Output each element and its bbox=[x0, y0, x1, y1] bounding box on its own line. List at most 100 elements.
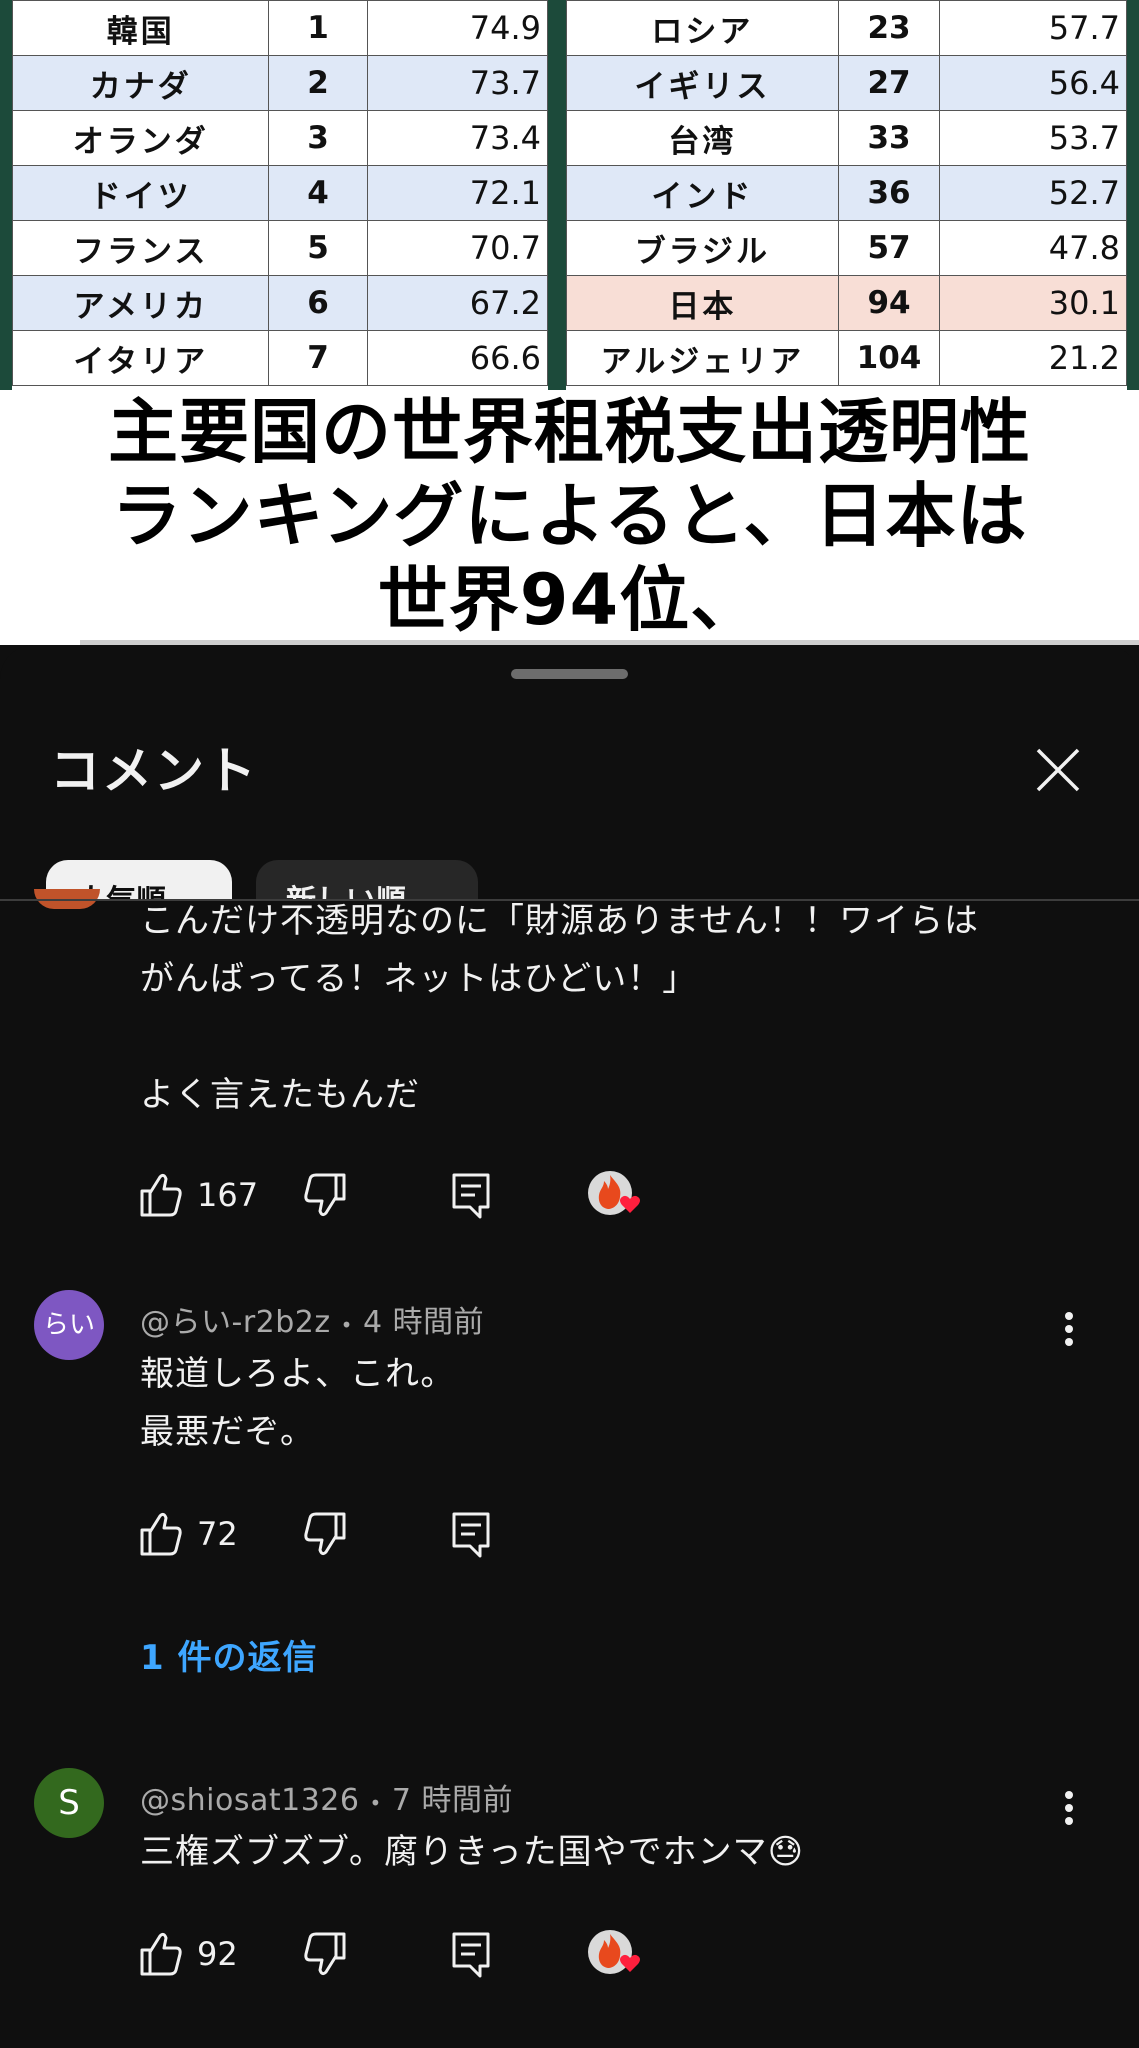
avatar-label: S bbox=[58, 1783, 80, 1823]
avatar[interactable]: らい bbox=[34, 1290, 104, 1360]
score-cell: 66.6 bbox=[366, 330, 549, 386]
country-cell: オランダ bbox=[11, 110, 270, 166]
comment-text: 三権ズブズブ。腐りきった国やでホンマ😓 bbox=[140, 1832, 805, 1872]
rank-cell: 23 bbox=[837, 0, 941, 56]
meta-separator: • bbox=[369, 1791, 382, 1815]
comment-time: 7 時間前 bbox=[391, 1783, 513, 1818]
rank-cell: 5 bbox=[268, 220, 368, 276]
video-background-right bbox=[1127, 0, 1139, 390]
score-cell: 72.1 bbox=[366, 165, 549, 221]
rank-cell: 1 bbox=[268, 0, 368, 56]
table-row: アメリカ 6 67.2 bbox=[11, 275, 549, 331]
country-cell: ブラジル bbox=[566, 220, 839, 276]
score-cell: 70.7 bbox=[366, 220, 549, 276]
score-cell: 73.4 bbox=[366, 110, 549, 166]
reply-icon[interactable] bbox=[448, 1167, 494, 1223]
table-row: ロシア 23 57.7 bbox=[566, 0, 1127, 56]
more-options-button[interactable] bbox=[1054, 1787, 1084, 1837]
panel-title: コメント bbox=[50, 742, 258, 800]
rank-cell: 6 bbox=[268, 275, 368, 331]
caption-line: 主要国の世界租税支出透明性 bbox=[108, 391, 1031, 473]
creator-heart-icon bbox=[588, 1930, 640, 1974]
score-cell: 21.2 bbox=[939, 330, 1127, 386]
dislike-icon[interactable] bbox=[302, 1167, 348, 1223]
ranking-table-left: 韓国 1 74.9 カナダ 2 73.7 オランダ 3 73.4 ドイツ 4 72.1 フランス 5 70.… bbox=[11, 0, 549, 386]
reply-icon[interactable] bbox=[448, 1506, 494, 1562]
comment-actions: 72 bbox=[138, 1506, 738, 1562]
country-cell: イタリア bbox=[11, 330, 270, 386]
avatar-label: らい bbox=[42, 1310, 95, 1340]
table-row: ドイツ 4 72.1 bbox=[11, 165, 549, 221]
view-replies-link[interactable]: 1 件の返信 bbox=[140, 1630, 318, 1679]
comment-actions: 92 bbox=[138, 1926, 738, 1982]
score-cell: 67.2 bbox=[366, 275, 549, 331]
score-cell: 30.1 bbox=[939, 275, 1127, 331]
drag-handle[interactable] bbox=[511, 669, 628, 679]
rank-cell: 57 bbox=[837, 220, 941, 276]
more-vert-icon bbox=[1065, 1312, 1073, 1346]
video-frame[interactable]: 韓国 1 74.9 カナダ 2 73.7 オランダ 3 73.4 ドイツ 4 72.1 フランス 5 70.… bbox=[0, 0, 1139, 645]
table-row: インド 36 52.7 bbox=[566, 165, 1127, 221]
more-vert-icon bbox=[1065, 1791, 1073, 1825]
comment-text: 報道しろよ、これ。 最悪だぞ。 bbox=[140, 1354, 456, 1452]
country-cell: 韓国 bbox=[11, 0, 270, 56]
rank-cell: 94 bbox=[837, 275, 941, 331]
score-cell: 57.7 bbox=[939, 0, 1127, 56]
table-row: 日本 94 30.1 bbox=[566, 275, 1127, 331]
country-cell: インド bbox=[566, 165, 839, 221]
score-cell: 56.4 bbox=[939, 55, 1127, 111]
table-row: イタリア 7 66.6 bbox=[11, 330, 549, 386]
like-icon[interactable] bbox=[138, 1167, 184, 1223]
author-name[interactable]: @shiosat1326 bbox=[140, 1783, 359, 1818]
video-background-left bbox=[0, 0, 12, 390]
score-cell: 73.7 bbox=[366, 55, 549, 111]
ranking-table-right: ロシア 23 57.7 イギリス 27 56.4 台湾 33 53.7 インド 36 52.7 ブラジル… bbox=[566, 0, 1127, 386]
video-background-center bbox=[548, 0, 566, 390]
avatar[interactable]: S bbox=[34, 1768, 104, 1838]
more-options-button[interactable] bbox=[1054, 1308, 1084, 1358]
like-count: 72 bbox=[197, 1515, 238, 1553]
rank-cell: 36 bbox=[837, 165, 941, 221]
table-row: 台湾 33 53.7 bbox=[566, 110, 1127, 166]
caption-line: ランキングによると、日本は bbox=[111, 475, 1028, 557]
caption-line: 世界94位、 bbox=[377, 559, 762, 641]
table-row: 韓国 1 74.9 bbox=[11, 0, 549, 56]
comments-panel: コメント 人気順 新しい順 こんだけ不透明なのに「財源ありません！！ワイらは が… bbox=[0, 645, 1139, 2048]
reply-icon[interactable] bbox=[448, 1926, 494, 1982]
close-icon bbox=[1036, 748, 1080, 792]
meta-separator: • bbox=[340, 1313, 353, 1337]
country-cell: フランス bbox=[11, 220, 270, 276]
dislike-icon[interactable] bbox=[302, 1506, 348, 1562]
country-cell: ロシア bbox=[566, 0, 839, 56]
like-icon[interactable] bbox=[138, 1506, 184, 1562]
score-cell: 52.7 bbox=[939, 165, 1127, 221]
country-cell: 日本 bbox=[566, 275, 839, 331]
rank-cell: 4 bbox=[268, 165, 368, 221]
country-cell: アルジェリア bbox=[566, 330, 839, 386]
video-caption: 主要国の世界租税支出透明性 ランキングによると、日本は 世界94位、 bbox=[0, 390, 1139, 642]
like-icon[interactable] bbox=[138, 1926, 184, 1982]
rank-cell: 27 bbox=[837, 55, 941, 111]
rank-cell: 104 bbox=[837, 330, 941, 386]
rank-cell: 3 bbox=[268, 110, 368, 166]
creator-heart-icon bbox=[588, 1171, 640, 1215]
table-row: オランダ 3 73.4 bbox=[11, 110, 549, 166]
table-row: フランス 5 70.7 bbox=[11, 220, 549, 276]
country-cell: 台湾 bbox=[566, 110, 839, 166]
rank-cell: 7 bbox=[268, 330, 368, 386]
country-cell: アメリカ bbox=[11, 275, 270, 331]
country-cell: カナダ bbox=[11, 55, 270, 111]
score-cell: 53.7 bbox=[939, 110, 1127, 166]
score-cell: 74.9 bbox=[366, 0, 549, 56]
comment-text: こんだけ不透明なのに「財源ありません！！ワイらは がんばってる！ネットはひどい！… bbox=[140, 901, 979, 1115]
close-button[interactable] bbox=[1030, 742, 1086, 798]
table-row: イギリス 27 56.4 bbox=[566, 55, 1127, 111]
author-name[interactable]: @らい-r2b2z bbox=[140, 1305, 331, 1340]
table-row: アルジェリア 104 21.2 bbox=[566, 330, 1127, 386]
rank-cell: 2 bbox=[268, 55, 368, 111]
dislike-icon[interactable] bbox=[302, 1926, 348, 1982]
comment-time: 4 時間前 bbox=[363, 1305, 485, 1340]
country-cell: イギリス bbox=[566, 55, 839, 111]
table-row: カナダ 2 73.7 bbox=[11, 55, 549, 111]
like-count: 167 bbox=[197, 1176, 259, 1214]
